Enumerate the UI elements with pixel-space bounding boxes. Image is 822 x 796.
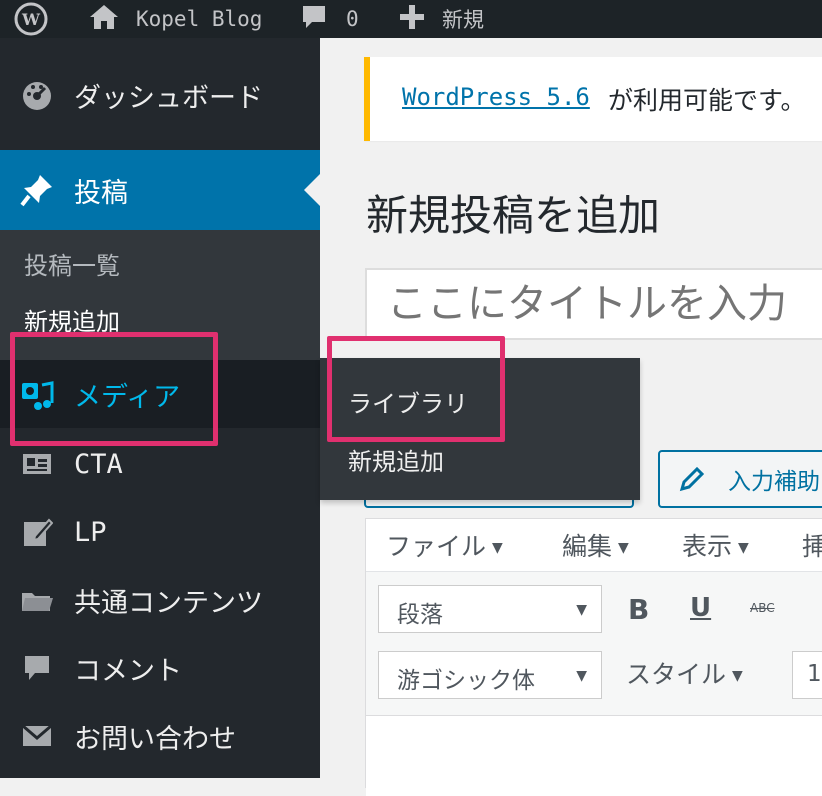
menu-posts-label: 投稿	[74, 177, 128, 209]
bold-button[interactable]: B	[628, 593, 649, 626]
chevron-down-icon: ▼	[492, 540, 503, 556]
style-menu-label: スタイル	[626, 660, 727, 689]
menu-lp-label: LP	[74, 516, 107, 548]
svg-text:W: W	[21, 10, 41, 29]
menu-view-label: 表示	[682, 532, 733, 561]
menu-posts[interactable]: 投稿	[0, 150, 320, 230]
site-link[interactable]: Kopel Blog	[88, 0, 262, 38]
chevron-down-icon: ▼	[576, 602, 587, 618]
update-notice-text: が利用可能です。	[608, 86, 806, 115]
editor-content-area[interactable]	[366, 715, 822, 796]
chevron-down-icon: ▼	[738, 540, 749, 556]
new-label: 新規	[442, 8, 484, 32]
edit-page-icon	[20, 515, 54, 549]
chevron-down-icon: ▼	[732, 668, 743, 684]
input-assist-label: 入力補助	[728, 469, 820, 495]
highlight-box-media	[10, 332, 218, 446]
admin-bar: W Kopel Blog 0 新規	[0, 0, 822, 38]
menu-file[interactable]: ファイル ▼	[386, 527, 503, 563]
chevron-down-icon: ▼	[618, 540, 629, 556]
menu-view[interactable]: 表示 ▼	[682, 527, 749, 563]
update-notice: WordPress 5.6 が利用可能です。	[364, 57, 822, 141]
menu-insert[interactable]: 挿	[802, 527, 822, 563]
menu-contact[interactable]: お問い合わせ	[0, 702, 320, 770]
menu-insert-label: 挿	[802, 532, 822, 561]
pin-icon	[20, 173, 54, 207]
current-arrow	[304, 174, 320, 206]
underline-button[interactable]: U	[690, 593, 711, 623]
menu-dashboard-label: ダッシュボード	[74, 82, 263, 114]
page-title: 新規投稿を追加	[366, 191, 661, 240]
font-family-select[interactable]: 游ゴシック体 ▼	[378, 651, 602, 699]
format-select-value: 段落	[397, 602, 443, 628]
menu-comments-label: コメント	[74, 655, 182, 687]
classic-editor: ファイル ▼ 編集 ▼ 表示 ▼ 挿 段落 ▼ B U ABC 游ゴシック体 ▼ スタ…	[365, 518, 822, 796]
menu-contact-label: お問い合わせ	[74, 723, 236, 755]
menu-edit-label: 編集	[562, 532, 613, 561]
font-family-value: 游ゴシック体	[397, 668, 535, 694]
menu-common-content-label: 共通コンテンツ	[74, 587, 263, 619]
site-name: Kopel Blog	[136, 7, 263, 31]
menu-edit[interactable]: 編集 ▼	[562, 527, 629, 563]
post-title-input[interactable]	[365, 268, 822, 340]
menu-file-label: ファイル	[386, 532, 487, 561]
menu-common-content[interactable]: 共通コンテンツ	[0, 566, 320, 634]
editor-menubar: ファイル ▼ 編集 ▼ 表示 ▼ 挿	[366, 519, 822, 572]
home-icon	[88, 3, 120, 35]
wordpress-update-link[interactable]: WordPress 5.6	[402, 83, 590, 111]
chevron-down-icon: ▼	[576, 668, 587, 684]
font-size-value: 1	[807, 661, 822, 687]
comment-count: 0	[346, 7, 359, 31]
comments-link[interactable]: 0	[300, 0, 359, 38]
font-size-select[interactable]: 1	[792, 651, 822, 699]
wordpress-logo-icon[interactable]: W	[14, 0, 48, 38]
menu-lp[interactable]: LP	[0, 498, 320, 566]
dashboard-icon	[20, 78, 54, 112]
menu-comments[interactable]: コメント	[0, 634, 320, 702]
menu-cta-label: CTA	[74, 448, 123, 480]
style-menu[interactable]: スタイル ▼	[626, 655, 743, 691]
flyout-add-new[interactable]: 新規追加	[348, 442, 444, 477]
mail-icon	[20, 719, 54, 753]
folder-icon	[20, 583, 54, 617]
strikethrough-button[interactable]: ABC	[750, 601, 775, 615]
id-card-icon	[20, 447, 54, 481]
submenu-all-posts[interactable]: 投稿一覧	[24, 246, 120, 281]
comment-icon	[20, 651, 54, 685]
format-select[interactable]: 段落 ▼	[378, 585, 602, 633]
pencil-icon	[678, 465, 706, 497]
highlight-box-library	[327, 336, 505, 442]
menu-dashboard[interactable]: ダッシュボード	[0, 58, 320, 132]
plus-icon	[398, 3, 426, 35]
new-content-link[interactable]: 新規	[398, 0, 484, 38]
input-assist-button[interactable]: 入力補助	[658, 450, 822, 508]
comment-icon	[300, 3, 328, 35]
